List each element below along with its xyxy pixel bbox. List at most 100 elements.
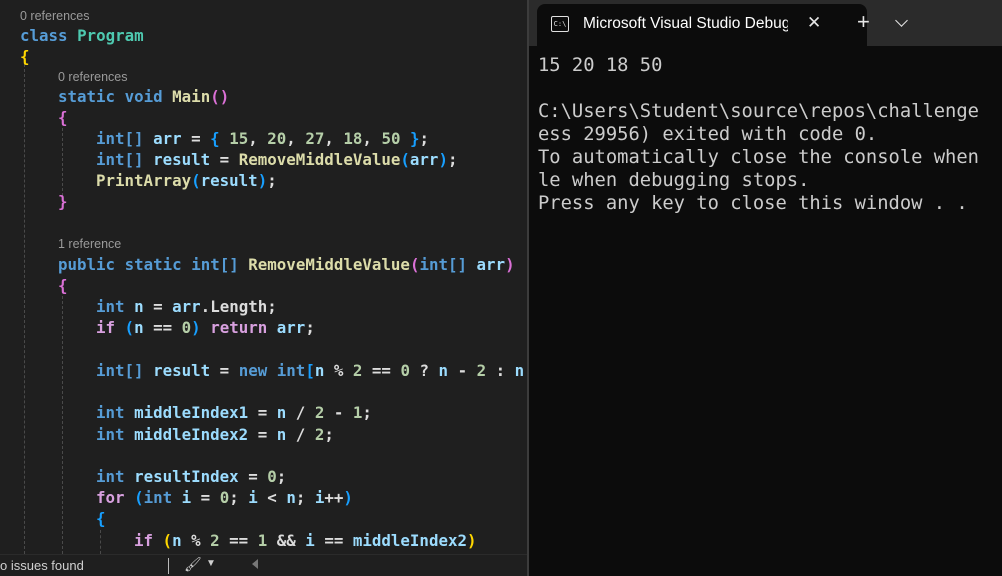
type: int <box>96 297 125 316</box>
keyword: public <box>58 255 116 274</box>
code-line: int[] arr = { 15, 20, 27, 18, 50 }; <box>96 129 430 148</box>
scroll-left-arrow-icon[interactable] <box>252 559 258 569</box>
number-literal: 0 <box>181 318 192 337</box>
code-line: } <box>58 191 68 212</box>
code-line: int middleIndex1 = n / 2 - 1; <box>96 403 372 422</box>
identifier: i <box>314 488 325 507</box>
number-literal: 1 <box>352 403 363 422</box>
identifier: n <box>438 361 449 380</box>
number-literal: 20 <box>267 129 287 148</box>
code-editor[interactable]: 0 references class Program { 0 reference… <box>0 0 527 576</box>
identifier: middleIndex2 <box>134 425 249 444</box>
identifier: arr <box>476 255 506 274</box>
type: int[] <box>96 129 144 148</box>
type: int <box>96 403 125 422</box>
code-line: static void Main() <box>58 86 229 107</box>
number-literal: 2 <box>314 425 325 444</box>
brace: { <box>20 47 30 66</box>
indent-guide <box>100 530 101 554</box>
class-name: Program <box>77 26 144 45</box>
identifier: result <box>153 361 211 380</box>
code-line: if (n % 2 == 1 && i == middleIndex2) <box>134 531 477 550</box>
number-literal: 27 <box>305 129 325 148</box>
identifier: middleIndex2 <box>352 531 467 550</box>
new-tab-button[interactable]: + <box>857 10 870 34</box>
type: int <box>143 488 173 507</box>
number-literal: 2 <box>476 361 487 380</box>
keyword: for <box>96 488 125 507</box>
code-line: int resultIndex = 0; <box>96 467 287 486</box>
type: int <box>96 425 125 444</box>
tab-title: Microsoft Visual Studio Debug Console <box>583 15 788 32</box>
method-name: RemoveMiddleValue <box>248 255 410 274</box>
code-line: { <box>58 275 68 296</box>
chevron-down-icon[interactable] <box>895 14 908 27</box>
code-lens-references[interactable]: 1 reference <box>58 236 121 252</box>
console-icon: C:\ <box>551 16 569 32</box>
identifier: arr <box>276 318 306 337</box>
code-line: int n = arr.Length; <box>96 297 277 316</box>
identifier: n <box>314 361 325 380</box>
brace: { <box>96 509 106 528</box>
debug-console-window[interactable]: C:\ Microsoft Visual Studio Debug Consol… <box>529 0 1002 576</box>
method-call: RemoveMiddleValue <box>238 150 401 169</box>
code-lens-references[interactable]: 0 references <box>20 8 89 24</box>
type: int[] <box>419 255 468 274</box>
number-literal: 0 <box>400 361 410 380</box>
brace: } <box>58 192 68 211</box>
keyword: new <box>238 361 268 380</box>
code-line: int[] result = RemoveMiddleValue(arr); <box>96 150 458 169</box>
identifier: result <box>153 150 211 169</box>
code-line: { <box>96 508 106 529</box>
close-icon[interactable]: ✕ <box>807 13 821 33</box>
number-literal: 0 <box>267 467 277 486</box>
code-line: { <box>20 46 30 67</box>
console-output-line: C:\Users\Student\source\repos\challenge <box>538 101 979 122</box>
status-separator <box>168 558 169 574</box>
editor-status-bar: o issues found 🖌 ▼ <box>0 554 527 576</box>
keyword: static <box>58 87 116 106</box>
property: Length <box>210 297 268 316</box>
keyword: static <box>124 255 182 274</box>
identifier: n <box>286 488 296 507</box>
console-output-line: Press any key to close this window . . <box>538 193 968 214</box>
code-line: int middleIndex2 = n / 2; <box>96 425 334 444</box>
code-lens-references[interactable]: 0 references <box>58 69 127 85</box>
identifier: n <box>172 531 182 550</box>
code-line: class Program <box>20 25 144 46</box>
keyword: if <box>134 531 154 550</box>
keyword: void <box>124 87 163 106</box>
chevron-down-icon[interactable]: ▼ <box>206 558 216 569</box>
identifier: n <box>134 318 144 337</box>
indent-guide <box>62 296 63 554</box>
keyword: if <box>96 318 116 337</box>
number-literal: 50 <box>381 129 401 148</box>
identifier: result <box>200 171 258 190</box>
console-output-line: To automatically close the console when <box>538 147 979 168</box>
code-line: public static int[] RemoveMiddleValue(in… <box>58 255 515 274</box>
indent-guide <box>62 128 63 196</box>
type: int[] <box>96 361 144 380</box>
identifier: n <box>276 403 287 422</box>
code-line: PrintArray(result); <box>96 171 277 190</box>
number-literal: 0 <box>219 488 230 507</box>
code-cleanup-icon[interactable]: 🖌 <box>184 556 202 573</box>
console-output-line: ess 29956) exited with code 0. <box>538 124 878 145</box>
code-line: if (n == 0) return arr; <box>96 318 315 337</box>
terminal-tab[interactable]: C:\ Microsoft Visual Studio Debug Consol… <box>537 4 867 46</box>
code-line: for (int i = 0; i < n; i++) <box>96 488 353 507</box>
terminal-tab-bar: C:\ Microsoft Visual Studio Debug Consol… <box>529 0 1002 46</box>
number-literal: 2 <box>210 531 220 550</box>
identifier: arr <box>153 129 182 148</box>
number-literal: 2 <box>352 361 363 380</box>
paren: () <box>210 87 230 106</box>
identifier: n <box>514 361 525 380</box>
type: int <box>96 467 125 486</box>
keyword: class <box>20 26 68 45</box>
number-literal: 15 <box>229 129 249 148</box>
identifier: arr <box>172 297 201 316</box>
issues-indicator[interactable]: o issues found <box>0 558 84 573</box>
identifier: i <box>181 488 192 507</box>
code-line: { <box>58 107 68 128</box>
code-line: int[] result = new int[n % 2 == 0 ? n - … <box>96 361 525 380</box>
